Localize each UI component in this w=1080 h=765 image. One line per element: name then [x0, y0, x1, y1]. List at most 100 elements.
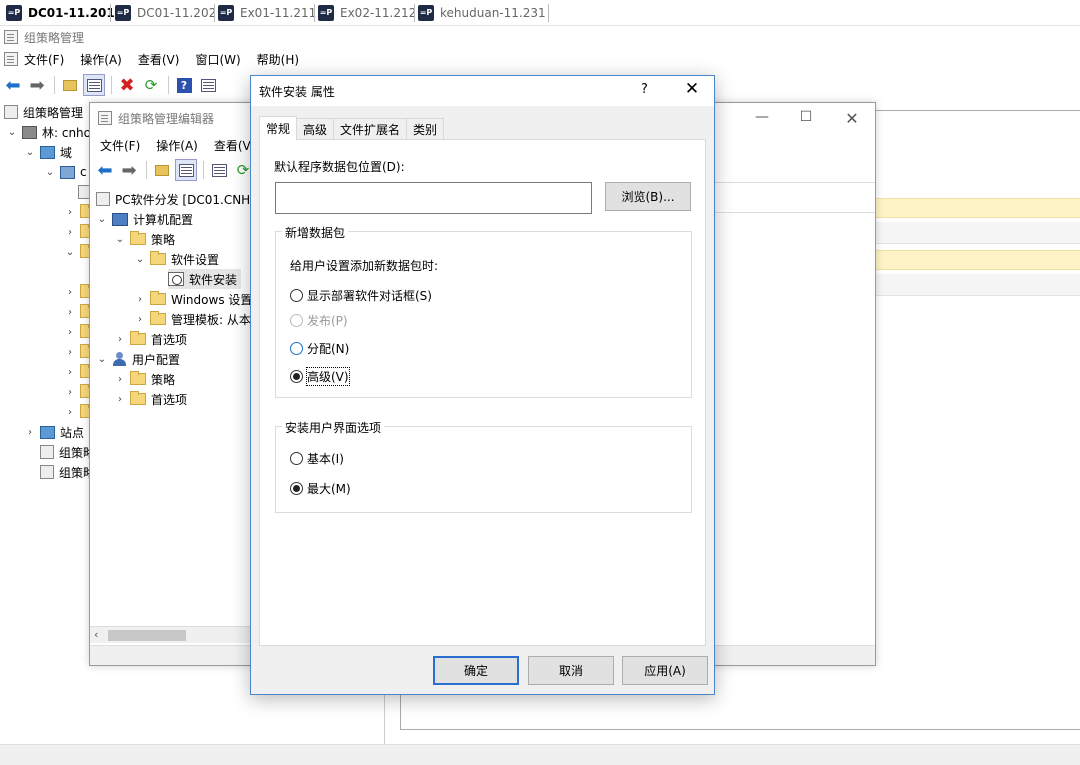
chevron-right-icon[interactable]: ›: [64, 327, 76, 338]
chevron-right-icon[interactable]: ›: [114, 374, 126, 385]
forward-button[interactable]: ➡: [26, 74, 48, 96]
tree-computer-config[interactable]: ⌄ 计算机配置: [96, 209, 193, 229]
editor-menu-file[interactable]: 文件(F): [100, 137, 140, 154]
tree-software-installation[interactable]: 软件安装: [168, 269, 242, 289]
default-path-input[interactable]: [275, 182, 592, 214]
tree-gpmc-root[interactable]: 组策略管理: [4, 102, 83, 122]
vm-icon: =P: [318, 5, 334, 21]
menu-help[interactable]: 帮助(H): [257, 51, 299, 68]
tree-admin-templates[interactable]: › 管理模板: 从本: [134, 309, 250, 329]
apply-button[interactable]: 应用(A): [622, 656, 708, 685]
vm-tab-ex02[interactable]: =P Ex02-11.212: [318, 3, 416, 23]
radio-assign[interactable]: 分配(N): [290, 340, 349, 357]
browse-button[interactable]: 浏览(B)...: [605, 182, 691, 211]
tree-forest[interactable]: ⌄ 林: cnho: [6, 122, 91, 142]
details-row[interactable]: [876, 274, 1080, 296]
tree-domain-c[interactable]: ⌄ c: [44, 162, 87, 182]
maximize-icon[interactable]: ☐: [796, 109, 816, 125]
chevron-down-icon[interactable]: ⌄: [96, 214, 108, 225]
chevron-down-icon[interactable]: ⌄: [6, 127, 18, 138]
chevron-down-icon[interactable]: ⌄: [134, 254, 146, 265]
radio-maximum[interactable]: 最大(M): [290, 480, 351, 497]
chevron-down-icon[interactable]: ⌄: [64, 247, 76, 258]
close-icon[interactable]: ✕: [842, 109, 862, 128]
chevron-down-icon[interactable]: ⌄: [96, 354, 108, 365]
scrollbar-thumb[interactable]: [108, 630, 186, 641]
chevron-down-icon[interactable]: ⌄: [24, 147, 36, 158]
tree-gp-modeling[interactable]: 组策略: [40, 442, 95, 462]
export-list-button[interactable]: [208, 159, 230, 181]
chevron-right-icon[interactable]: ›: [134, 294, 146, 305]
details-row[interactable]: [876, 222, 1080, 244]
main-toolbar: ⬅ ➡ ✖ ⟳ ?: [2, 72, 221, 98]
radio-button[interactable]: [290, 289, 303, 302]
back-button[interactable]: ⬅: [94, 159, 116, 181]
tree-label: c: [80, 165, 87, 179]
tree-gpo-root[interactable]: PC软件分发 [DC01.CNHO: [96, 189, 250, 209]
tree-software-settings[interactable]: ⌄ 软件设置: [134, 249, 219, 269]
tree-policies-user[interactable]: › 策略: [114, 369, 175, 389]
menu-view[interactable]: 查看(V): [138, 51, 180, 68]
forward-button[interactable]: ➡: [118, 159, 140, 181]
close-icon[interactable]: ✕: [681, 79, 703, 99]
vm-tab-dc01-201[interactable]: =P DC01-11.201: [6, 3, 115, 23]
chevron-right-icon[interactable]: ›: [64, 367, 76, 378]
minimize-icon[interactable]: —: [752, 109, 772, 125]
vm-tab-dc01-202[interactable]: =P DC01-11.202: [115, 3, 216, 23]
editor-menu-action[interactable]: 操作(A): [156, 137, 198, 154]
menu-action[interactable]: 操作(A): [80, 51, 122, 68]
back-button[interactable]: ⬅: [2, 74, 24, 96]
chevron-down-icon[interactable]: ⌄: [114, 234, 126, 245]
editor-horizontal-scrollbar[interactable]: ‹: [90, 626, 250, 643]
show-hide-tree-button[interactable]: [83, 74, 105, 96]
vm-tab-kehuduan[interactable]: =P kehuduan-11.231: [418, 3, 546, 23]
properties-button[interactable]: [197, 74, 219, 96]
up-level-button[interactable]: [59, 74, 81, 96]
show-hide-tree-button[interactable]: [175, 159, 197, 181]
details-row-highlight[interactable]: [876, 250, 1080, 270]
tab-categories[interactable]: 类别: [406, 118, 445, 140]
tab-advanced[interactable]: 高级: [296, 118, 335, 140]
tree-preferences-computer[interactable]: › 首选项: [114, 329, 187, 349]
chevron-right-icon[interactable]: ›: [24, 427, 36, 438]
chevron-right-icon[interactable]: ›: [114, 394, 126, 405]
chevron-right-icon[interactable]: ›: [64, 227, 76, 238]
radio-basic[interactable]: 基本(I): [290, 450, 344, 467]
chevron-right-icon[interactable]: ›: [64, 287, 76, 298]
tree-preferences-user[interactable]: › 首选项: [114, 389, 187, 409]
help-button[interactable]: ?: [173, 74, 195, 96]
help-icon[interactable]: ?: [641, 82, 648, 97]
radio-button[interactable]: [290, 370, 303, 383]
chevron-right-icon[interactable]: ›: [134, 314, 146, 325]
tree-sites[interactable]: › 站点: [24, 422, 84, 442]
radio-button[interactable]: [290, 342, 303, 355]
radio-show-deploy-dialog[interactable]: 显示部署软件对话框(S): [290, 287, 432, 304]
refresh-button[interactable]: ⟳: [140, 74, 162, 96]
details-row-highlight[interactable]: [876, 198, 1080, 218]
tree-domains[interactable]: ⌄ 域: [24, 142, 72, 162]
ok-button[interactable]: 确定: [433, 656, 519, 685]
tab-file-extensions[interactable]: 文件扩展名: [333, 118, 408, 140]
chevron-right-icon[interactable]: ›: [64, 387, 76, 398]
chevron-down-icon[interactable]: ⌄: [44, 167, 56, 178]
menu-window[interactable]: 窗口(W): [195, 51, 240, 68]
radio-button[interactable]: [290, 482, 303, 495]
delete-button[interactable]: ✖: [116, 74, 138, 96]
vm-tab-ex01[interactable]: =P Ex01-11.211: [218, 3, 316, 23]
cancel-button[interactable]: 取消: [528, 656, 614, 685]
tree-user-config[interactable]: ⌄ 用户配置: [96, 349, 180, 369]
chevron-right-icon[interactable]: ›: [114, 334, 126, 345]
tree-policies[interactable]: ⌄ 策略: [114, 229, 175, 249]
tree-gp-results[interactable]: 组策略: [40, 462, 95, 482]
radio-advanced[interactable]: 高级(V): [290, 367, 350, 386]
scroll-left-icon[interactable]: ‹: [94, 628, 98, 641]
menu-file[interactable]: 文件(F): [24, 51, 64, 68]
tree-windows-settings[interactable]: › Windows 设置: [134, 289, 250, 309]
up-level-button[interactable]: [151, 159, 173, 181]
chevron-right-icon[interactable]: ›: [64, 207, 76, 218]
radio-button[interactable]: [290, 452, 303, 465]
chevron-right-icon[interactable]: ›: [64, 407, 76, 418]
chevron-right-icon[interactable]: ›: [64, 347, 76, 358]
tab-general[interactable]: 常规: [259, 116, 298, 140]
chevron-right-icon[interactable]: ›: [64, 307, 76, 318]
